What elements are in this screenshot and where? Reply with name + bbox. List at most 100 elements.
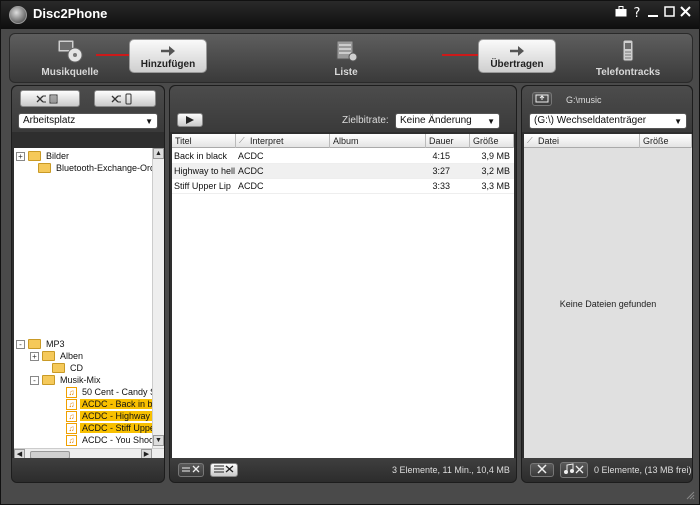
transfer-button[interactable]: Übertragen	[478, 39, 556, 73]
cell-artist: ACDC	[238, 181, 264, 191]
column-artist-label: Interpret	[250, 136, 284, 146]
tree-item[interactable]: - MP3	[16, 338, 67, 350]
tree-item[interactable]: + Bilder	[16, 150, 71, 162]
tree-item[interactable]: Bluetooth-Exchange-Ordn	[38, 162, 162, 174]
add-label: Hinzufügen	[140, 59, 196, 70]
list-panel: Zielbitrate: Keine Änderung ▼ Titel ⟋ In…	[169, 85, 517, 483]
column-file-label: Datei	[538, 136, 560, 146]
tree-item-label: ACDC - Back in b	[80, 399, 155, 409]
location-select[interactable]: Arbeitsplatz ▼	[18, 113, 158, 129]
column-artist[interactable]: ⟋ Interpret	[236, 134, 330, 148]
clear-list-icon	[214, 465, 234, 473]
shuffle-phone-icon	[111, 93, 132, 105]
chevron-down-icon: ▼	[487, 117, 495, 126]
column-phone-size[interactable]: Größe	[640, 134, 692, 148]
device-value: (G:\) Wechseldatenträger	[534, 115, 647, 126]
scroll-up-arrow[interactable]: ▲	[153, 148, 164, 159]
close-button[interactable]	[678, 6, 692, 22]
column-title[interactable]: Titel	[172, 134, 236, 148]
maximize-button[interactable]	[662, 6, 676, 22]
source-label: Musikquelle	[41, 67, 99, 78]
chevron-down-icon: ▼	[674, 117, 682, 126]
column-album[interactable]: Album	[330, 134, 426, 148]
sort-icon: ⟋	[527, 136, 533, 145]
table-row[interactable]: Stiff Upper Lip ACDC 3:33 3,3 MB	[172, 179, 514, 194]
tree-item-label: Bluetooth-Exchange-Ordn	[56, 163, 161, 173]
table-row[interactable]: Highway to hell ACDC 3:27 3,2 MB	[172, 164, 514, 179]
briefcase-icon[interactable]	[614, 6, 628, 22]
table-row[interactable]: Back in black ACDC 4:15 3,9 MB	[172, 149, 514, 164]
folder-up-button[interactable]	[532, 92, 552, 106]
clear-list-button[interactable]	[210, 463, 238, 477]
cell-title: Stiff Upper Lip	[174, 181, 231, 191]
source-tool[interactable]: Musikquelle	[30, 37, 110, 81]
tree-item-label: MP3	[46, 339, 65, 349]
sort-icon: ⟋	[239, 136, 245, 145]
list-icon	[336, 40, 358, 62]
column-size[interactable]: Größe	[470, 134, 514, 148]
expand-icon[interactable]: +	[30, 351, 39, 361]
folder-icon	[52, 363, 65, 373]
window-title: Disc2Phone	[33, 6, 108, 21]
list-status: 3 Elemente, 11 Min., 10,4 MB	[392, 465, 510, 475]
delete-button[interactable]	[530, 463, 554, 477]
bitrate-select[interactable]: Keine Änderung ▼	[395, 113, 500, 129]
music-file-icon: ♫	[66, 410, 77, 422]
list-panel-footer: 3 Elemente, 11 Min., 10,4 MB	[170, 458, 516, 482]
shuffle-icon	[36, 94, 58, 104]
tree-item[interactable]: + Alben	[30, 350, 85, 362]
phone-panel-header: G:\music (G:\) Wechseldatenträger ▼	[522, 86, 692, 132]
folder-icon	[28, 339, 41, 349]
list-label: Liste	[334, 67, 358, 78]
phone-tracks-label: Telefontracks	[595, 67, 661, 78]
app-logo-icon	[9, 6, 27, 24]
add-button[interactable]: Hinzufügen	[129, 39, 207, 73]
cell-size: 3,3 MB	[481, 181, 510, 191]
remove-item-icon	[182, 465, 200, 473]
folder-icon	[42, 351, 55, 361]
phone-panel: G:\music (G:\) Wechseldatenträger ▼ ⟋ Da…	[521, 85, 693, 483]
remove-music-button[interactable]	[560, 462, 588, 478]
tree-item[interactable]: ♫ 50 Cent - Candy S	[66, 386, 158, 398]
music-file-icon: ♫	[66, 386, 77, 398]
bitrate-label: Zielbitrate:	[342, 115, 389, 126]
chevron-down-icon: ▼	[145, 117, 153, 126]
list-tool[interactable]: Liste	[306, 37, 386, 81]
column-file[interactable]: ⟋ Datei	[524, 134, 640, 148]
cell-title: Back in black	[174, 151, 228, 161]
tree-item[interactable]: ♫ ACDC - Stiff Uppe	[66, 422, 157, 434]
expand-icon[interactable]: +	[16, 151, 25, 161]
cell-duration: 4:15	[432, 151, 450, 161]
column-duration[interactable]: Dauer	[426, 134, 470, 148]
source-panel: Arbeitsplatz ▼ + Bilder Bluetooth-Exchange…	[11, 85, 165, 483]
cell-artist: ACDC	[238, 151, 264, 161]
copy-phone-button[interactable]	[94, 90, 156, 107]
source-panel-header: Arbeitsplatz ▼	[12, 86, 164, 132]
tree-item-label: 50 Cent - Candy S	[82, 387, 157, 397]
music-file-icon: ♫	[66, 422, 77, 434]
empty-message: Keine Dateien gefunden	[559, 299, 657, 309]
tree-vertical-scrollbar[interactable]: ▲ ▼	[152, 148, 164, 448]
help-button[interactable]: ?	[630, 6, 644, 22]
cell-artist: ACDC	[238, 166, 264, 176]
play-button[interactable]	[177, 113, 203, 127]
tree-item[interactable]: ♫ ACDC - Highway	[66, 410, 153, 422]
phone-file-table-header: ⟋ Datei Größe	[524, 134, 692, 148]
bitrate-value: Keine Änderung	[400, 115, 472, 126]
remove-item-button[interactable]	[178, 463, 204, 477]
copy-view-button[interactable]	[20, 90, 80, 107]
resize-grip-icon[interactable]	[685, 490, 695, 500]
collapse-icon[interactable]: -	[16, 339, 25, 349]
scroll-down-arrow[interactable]: ▼	[153, 435, 164, 446]
device-select[interactable]: (G:\) Wechseldatenträger ▼	[529, 113, 687, 129]
collapse-icon[interactable]: -	[30, 375, 39, 385]
phone-panel-footer: 0 Elemente, (13 MB frei)	[522, 458, 692, 482]
phone-tracks-tool[interactable]: Telefontracks	[588, 37, 668, 81]
phone-status: 0 Elemente, (13 MB frei)	[594, 465, 692, 475]
tree-item[interactable]: ♫ ACDC - Back in b	[66, 398, 155, 410]
tree-item[interactable]: CD	[52, 362, 85, 374]
folder-up-icon	[535, 94, 549, 103]
tree-item[interactable]: ♫ ACDC - You Shoo	[66, 434, 156, 446]
minimize-button[interactable]	[646, 6, 660, 22]
tree-item[interactable]: - Musik-Mix	[30, 374, 103, 386]
